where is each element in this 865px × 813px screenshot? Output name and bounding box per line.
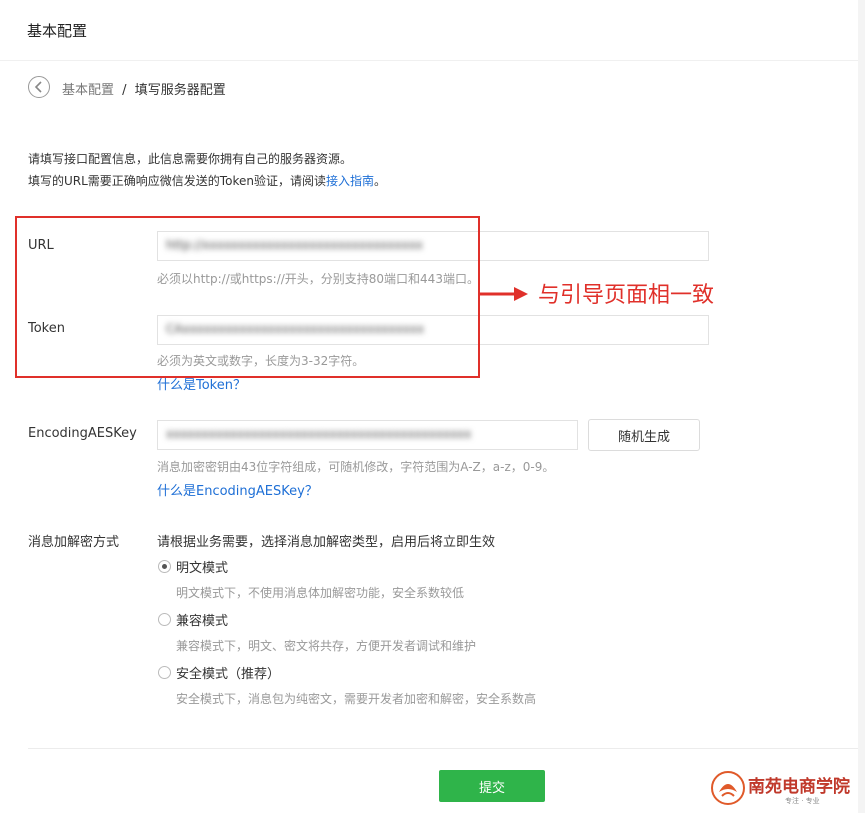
radio-secure[interactable] (158, 666, 171, 679)
aeskey-label: EncodingAESKey (28, 426, 137, 441)
page-title: 基本配置 (27, 22, 88, 40)
option-compatible-label[interactable]: 兼容模式 (176, 610, 228, 629)
access-guide-link[interactable]: 接入指南 (326, 174, 374, 188)
watermark-logo-icon (711, 771, 745, 805)
option-plaintext-desc: 明文模式下，不使用消息体加解密功能，安全系数较低 (176, 586, 465, 600)
option-secure-label[interactable]: 安全模式（推荐） (176, 663, 280, 682)
encryption-description: 请根据业务需要，选择消息加解密类型，启用后将立即生效 (157, 535, 496, 550)
annotation-highlight-box (15, 216, 480, 378)
footer-divider (28, 748, 860, 749)
aeskey-value: xxxxxxxxxxxxxxxxxxxxxxxxxxxxxxxxxxxxxxxx… (166, 427, 472, 441)
watermark-tagline: 专注 · 专业 (785, 797, 820, 805)
option-secure-desc: 安全模式下，消息包为纯密文，需要开发者加密和解密，安全系数高 (176, 692, 537, 706)
aeskey-help-link[interactable]: 什么是EncodingAESKey？ (157, 480, 318, 499)
intro-line-2: 填写的URL需要正确响应微信发送的Token验证，请阅读接入指南。 (28, 172, 386, 189)
header-divider (0, 60, 865, 61)
option-plaintext-label[interactable]: 明文模式 (176, 557, 228, 576)
radio-compatible[interactable] (158, 613, 171, 626)
breadcrumb-current: 填写服务器配置 (134, 83, 226, 98)
annotation-text: 与引导页面相一致 (538, 283, 715, 308)
page-edge (858, 0, 865, 813)
aeskey-input[interactable]: xxxxxxxxxxxxxxxxxxxxxxxxxxxxxxxxxxxxxxxx… (157, 420, 578, 450)
back-button[interactable] (28, 76, 50, 98)
intro-line-2-suffix: 。 (373, 174, 386, 188)
option-compatible-desc: 兼容模式下，明文、密文将共存，方便开发者调试和维护 (176, 639, 477, 653)
aeskey-hint: 消息加密密钥由43位字符组成，可随机修改，字符范围为A-Z，a-z，0-9。 (157, 460, 555, 474)
generate-key-button[interactable]: 随机生成 (588, 419, 700, 451)
breadcrumb-separator: / (122, 83, 127, 98)
submit-button[interactable]: 提交 (439, 770, 545, 802)
intro-line-2-prefix: 填写的URL需要正确响应微信发送的Token验证，请阅读 (28, 174, 326, 188)
breadcrumb: 基本配置 / 填写服务器配置 (62, 79, 226, 98)
encryption-label: 消息加解密方式 (28, 535, 120, 550)
watermark-name: 南苑电商学院 (748, 777, 850, 797)
chevron-left-icon (34, 81, 42, 93)
radio-plaintext[interactable] (158, 560, 171, 573)
breadcrumb-parent[interactable]: 基本配置 (62, 83, 114, 98)
intro-line-1: 请填写接口配置信息，此信息需要你拥有自己的服务器资源。 (28, 152, 353, 166)
annotation-arrow-icon (480, 287, 528, 301)
